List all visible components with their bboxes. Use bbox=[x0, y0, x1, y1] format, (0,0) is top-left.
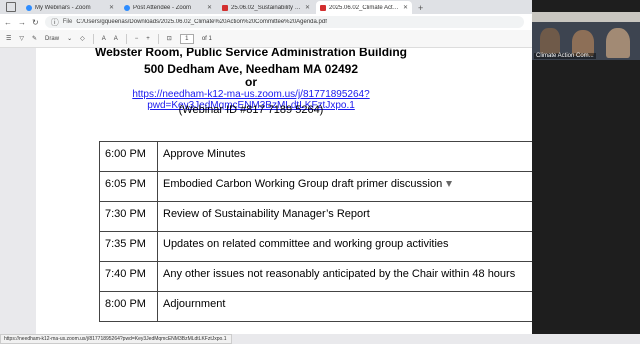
divider bbox=[125, 33, 127, 44]
location-line: Webster Room, Public Service Administrat… bbox=[94, 48, 408, 59]
close-icon[interactable]: ✕ bbox=[403, 4, 408, 11]
zoom-icon bbox=[124, 4, 130, 11]
text-icon[interactable]: A bbox=[102, 36, 106, 42]
eraser-icon[interactable]: ◇ bbox=[80, 35, 85, 42]
url-scheme-label: File bbox=[62, 19, 73, 25]
pdf-icon bbox=[222, 4, 228, 11]
agenda-time: 8:00 PM bbox=[99, 291, 158, 322]
agenda-item: Review of Sustainability Manager’s Repor… bbox=[157, 201, 532, 232]
read-aloud-icon[interactable]: A bbox=[114, 36, 118, 42]
agenda-item: Approve Minutes bbox=[157, 141, 532, 172]
list-icon[interactable]: ☰ bbox=[6, 35, 11, 42]
webinar-id: (Webinar ID #817 7189 5264) bbox=[178, 104, 324, 116]
zoom-icon bbox=[26, 4, 32, 11]
close-icon[interactable]: ✕ bbox=[109, 4, 114, 11]
agenda-time: 7:30 PM bbox=[99, 201, 158, 232]
agenda-item: Updates on related committee and working… bbox=[157, 231, 532, 262]
close-icon[interactable]: ✕ bbox=[207, 4, 212, 11]
url-text[interactable]: C:/Users/gqueenas/Downloads/2025.06.02_C… bbox=[76, 19, 327, 25]
tab-post-attendee[interactable]: Post Attendee - Zoom ✕ bbox=[120, 1, 216, 14]
pdf-viewer[interactable]: Webster Room, Public Service Administrat… bbox=[0, 48, 532, 334]
pdf-page: Webster Room, Public Service Administrat… bbox=[36, 48, 532, 334]
screen: My Webinars - Zoom ✕ Post Attendee - Zoo… bbox=[0, 0, 640, 344]
tab-title: 25.06.02_Sustainability Manager... bbox=[231, 4, 302, 11]
info-icon[interactable]: ⓘ bbox=[51, 17, 59, 28]
table-row: 6:00 PM Approve Minutes bbox=[99, 141, 532, 172]
reload-icon[interactable]: ↻ bbox=[32, 18, 39, 27]
agenda-item: Embodied Carbon Working Group draft prim… bbox=[157, 171, 532, 202]
participant-figure bbox=[540, 28, 560, 54]
or-line: or bbox=[245, 75, 257, 89]
page-total: of 1 bbox=[201, 35, 212, 42]
table-row: 7:30 PM Review of Sustainability Manager… bbox=[99, 201, 532, 232]
agenda-table: 6:00 PM Approve Minutes 6:05 PM Embodied… bbox=[99, 141, 532, 322]
window-menu-icon[interactable] bbox=[6, 2, 16, 12]
agenda-time: 6:05 PM bbox=[99, 171, 158, 202]
tab-climate-agenda[interactable]: 2025.06.02_Climate Action Com... ✕ bbox=[316, 1, 412, 14]
agenda-item: Any other issues not reasonably anticipa… bbox=[157, 261, 532, 292]
table-row: 6:05 PM Embodied Carbon Working Group dr… bbox=[99, 171, 532, 202]
tab-my-webinars[interactable]: My Webinars - Zoom ✕ bbox=[22, 1, 118, 14]
pdf-toolbar: ☰ ▽ ✎ Draw ⌄ ◇ A A − + ⊡ 1 of 1 bbox=[0, 30, 532, 48]
page-number-input[interactable]: 1 bbox=[179, 33, 194, 44]
tab-strip: My Webinars - Zoom ✕ Post Attendee - Zoo… bbox=[0, 0, 532, 14]
forward-arrow-icon[interactable]: → bbox=[18, 18, 26, 27]
url-input[interactable]: ⓘ File C:/Users/gqueenas/Downloads/2025.… bbox=[44, 16, 524, 28]
chevron-down-icon[interactable]: ⌄ bbox=[67, 35, 72, 42]
address-line: 500 Dedham Ave, Needham MA 02492 bbox=[143, 62, 359, 76]
table-row: 7:35 PM Updates on related committee and… bbox=[99, 231, 532, 262]
tab-title: 2025.06.02_Climate Action Com... bbox=[329, 4, 400, 11]
agenda-time: 7:35 PM bbox=[99, 231, 158, 262]
new-tab-button[interactable]: + bbox=[418, 3, 423, 13]
draw-button[interactable]: Draw bbox=[45, 36, 59, 42]
agenda-time: 6:00 PM bbox=[99, 141, 158, 172]
zoom-out-icon[interactable]: − bbox=[135, 36, 139, 42]
zoom-in-icon[interactable]: + bbox=[146, 36, 150, 42]
table-row: 7:40 PM Any other issues not reasonably … bbox=[99, 261, 532, 292]
video-tile-label: Climate Action Com... bbox=[534, 53, 596, 59]
status-url: https://needham-k12-ma-us.zoom.us/j/8177… bbox=[0, 334, 232, 344]
divider bbox=[157, 33, 159, 44]
draw-icon[interactable]: ✎ bbox=[32, 35, 37, 42]
highlight-icon[interactable]: ▽ bbox=[19, 35, 24, 42]
tab-sustainability-report[interactable]: 25.06.02_Sustainability Manager... ✕ bbox=[218, 1, 314, 14]
video-tile[interactable]: Climate Action Com... bbox=[532, 12, 640, 60]
fit-page-icon[interactable]: ⊡ bbox=[167, 35, 172, 42]
pdf-icon bbox=[320, 4, 326, 11]
agenda-time: 7:40 PM bbox=[99, 261, 158, 292]
table-row: 8:00 PM Adjournment bbox=[99, 291, 532, 322]
tab-title: My Webinars - Zoom bbox=[35, 4, 91, 11]
mouse-cursor-icon bbox=[446, 181, 452, 187]
video-gallery: Climate Action Com... bbox=[532, 0, 640, 334]
address-bar: ← → ↻ ⓘ File C:/Users/gqueenas/Downloads… bbox=[0, 14, 532, 30]
close-icon[interactable]: ✕ bbox=[305, 4, 310, 11]
back-arrow-icon[interactable]: ← bbox=[4, 18, 12, 27]
participant-figure bbox=[606, 28, 630, 58]
divider bbox=[92, 33, 94, 44]
agenda-item: Adjournment bbox=[157, 291, 532, 322]
tab-title: Post Attendee - Zoom bbox=[133, 4, 192, 11]
room-ceiling bbox=[532, 12, 640, 22]
